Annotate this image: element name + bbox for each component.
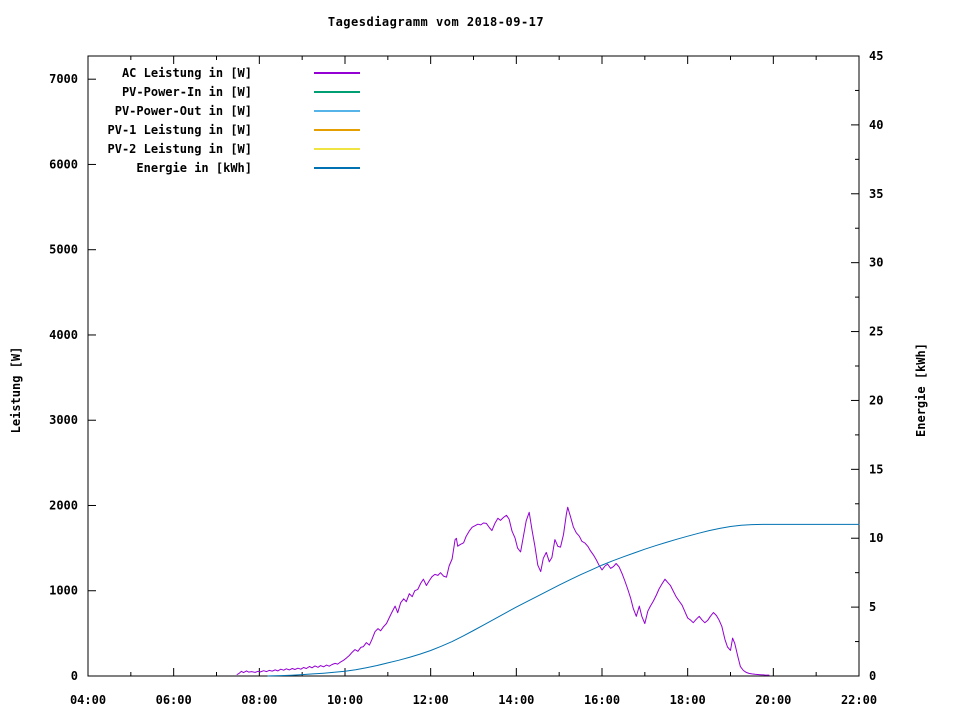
series-energie-line [267,523,860,677]
legend-line-sample [314,109,360,112]
legend-item: PV-Power-Out in [W] [32,101,360,120]
legend-item-label: AC Leistung in [W] [121,65,252,80]
y-left-tick-label: 3000 [49,413,78,427]
y-right-tick-label: 30 [869,256,883,270]
x-tick-label: 20:00 [755,693,791,707]
y-right-tick-label: 5 [869,600,876,614]
legend-line-sample [314,71,360,74]
legend-item-label: PV-2 Leistung in [W] [107,141,253,156]
legend-item: PV-2 Leistung in [W] [32,139,360,158]
y-right-tick-label: 15 [869,462,883,476]
y-left-tick-label: 4000 [49,328,78,342]
x-tick-label: 04:00 [70,693,106,707]
legend-line-sample [314,90,360,93]
legend-item: PV-1 Leistung in [W] [32,120,360,139]
x-tick-label: 18:00 [670,693,706,707]
x-tick-label: 08:00 [241,693,277,707]
legend-line-sample [314,128,360,131]
y-right-tick-label: 45 [869,49,883,63]
x-tick-label: 06:00 [156,693,192,707]
x-tick-label: 10:00 [327,693,363,707]
y-right-tick-label: 25 [869,325,883,339]
y-right-tick-label: 20 [869,393,883,407]
legend-item-label: PV-1 Leistung in [W] [107,122,253,137]
x-tick-label: 16:00 [584,693,620,707]
legend-line-sample [314,166,360,169]
y-left-tick-label: 0 [71,669,78,683]
y-right-tick-label: 40 [869,118,883,132]
y-left-tick-label: 2000 [49,498,78,512]
legend-item-label: PV-Power-In in [W] [121,84,252,99]
y-right-tick-label: 10 [869,531,883,545]
legend-item: Energie in [kWh] [32,158,360,177]
x-tick-label: 12:00 [413,693,449,707]
y-left-tick-label: 1000 [49,584,78,598]
y-right-tick-label: 0 [869,669,876,683]
x-tick-label: 22:00 [841,693,877,707]
legend: AC Leistung in [W] PV-Power-In in [W] PV-P… [32,63,360,177]
legend-item-label: PV-Power-Out in [W] [114,103,252,118]
legend-item-label: Energie in [kWh] [136,160,252,175]
legend-item: PV-Power-In in [W] [32,82,360,101]
chart-page: Tagesdiagramm vom 2018-09-17 Leistung [W… [0,0,960,720]
legend-line-sample [314,147,360,150]
y-left-tick-label: 5000 [49,243,78,257]
legend-item: AC Leistung in [W] [32,63,360,82]
x-tick-label: 14:00 [498,693,534,707]
series-ac-leistung-line [236,506,770,676]
y-right-tick-label: 35 [869,187,883,201]
